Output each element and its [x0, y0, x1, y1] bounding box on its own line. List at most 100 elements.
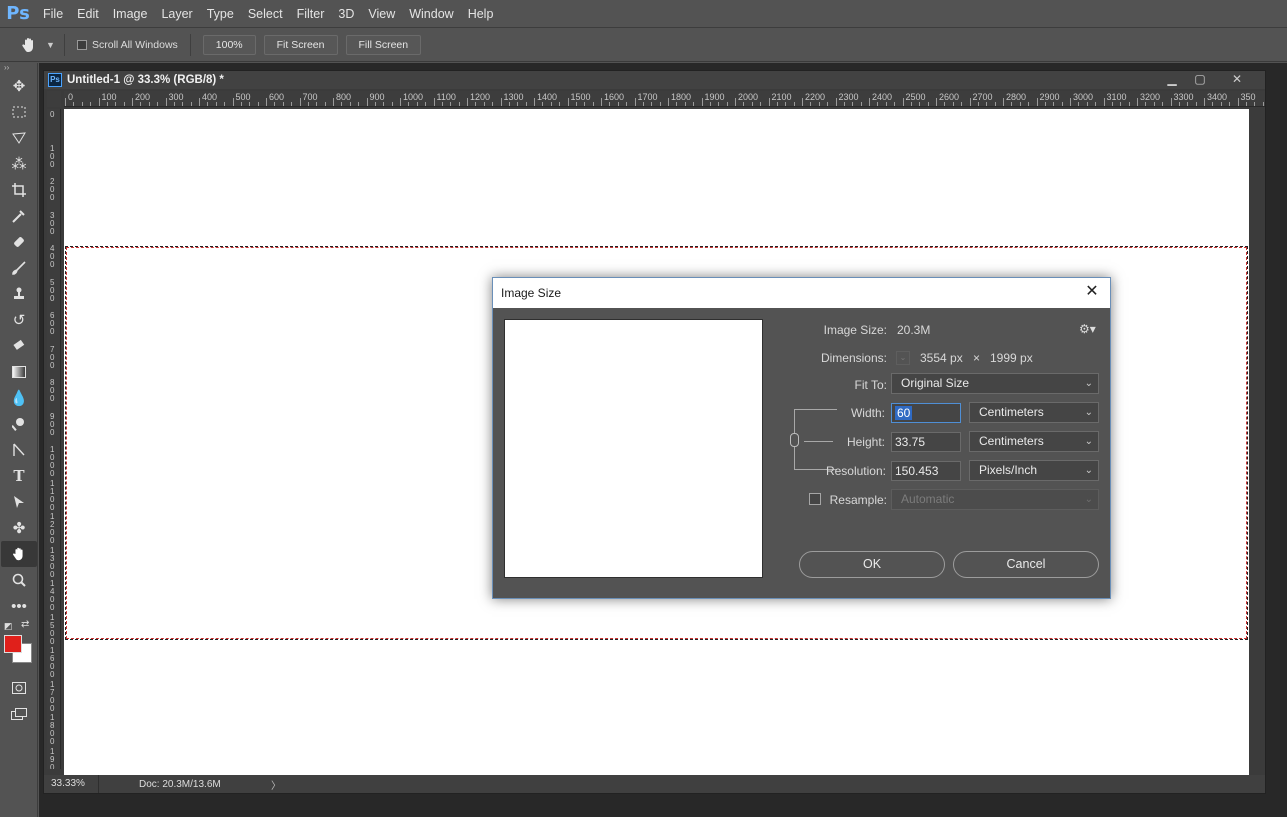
ruler-origin[interactable] — [47, 91, 61, 107]
vertical-ruler[interactable]: 0 1 0 0 2 0 0 3 0 0 4 0 0 5 0 0 6 0 0 7 0 0 8 0 … — [47, 109, 61, 769]
ruler-tick — [366, 98, 368, 106]
ruler-subtick — [952, 102, 954, 106]
ruler-label: 3 0 0 — [50, 210, 55, 236]
ruler-subtick — [408, 102, 410, 106]
screen-mode-icon[interactable] — [1, 701, 37, 727]
menu-image[interactable]: Image — [106, 0, 155, 28]
healing-brush-tool-icon[interactable] — [1, 229, 37, 255]
swap-colors-icon[interactable]: ⇄ — [21, 619, 29, 630]
ruler-subtick — [316, 102, 318, 106]
ruler-subtick — [584, 102, 586, 106]
checkbox-box[interactable] — [77, 40, 87, 50]
dialog-title-bar[interactable]: Image Size ✕ — [493, 278, 1110, 308]
chevron-right-icon[interactable]: 〉 — [271, 777, 281, 792]
pen-tool-icon[interactable] — [1, 437, 37, 463]
menu-file[interactable]: File — [36, 0, 70, 28]
move-tool-icon[interactable]: ✥ — [1, 73, 37, 99]
resolution-unit-dropdown[interactable]: Pixels/Inch ⌄ — [969, 460, 1099, 481]
clone-stamp-tool-icon[interactable] — [1, 281, 37, 307]
menu-type[interactable]: Type — [200, 0, 241, 28]
gradient-tool-icon[interactable] — [1, 359, 37, 385]
maximize-icon[interactable]: ▢ — [1187, 71, 1213, 89]
hand-tool-preset-icon[interactable] — [12, 29, 46, 62]
blur-tool-icon[interactable]: 💧 — [1, 385, 37, 411]
minimize-icon[interactable]: ▁ — [1159, 71, 1185, 89]
ruler-subtick — [751, 102, 753, 106]
close-icon[interactable]: ✕ — [1082, 282, 1102, 302]
ruler-subtick — [215, 102, 217, 106]
ok-button[interactable]: OK — [799, 551, 945, 578]
ruler-label: 4 0 0 — [50, 244, 55, 269]
fit-to-dropdown[interactable]: Original Size ⌄ — [891, 373, 1099, 394]
chevron-down-icon: ⌄ — [1084, 378, 1093, 389]
menu-filter[interactable]: Filter — [290, 0, 332, 28]
more-tools-icon[interactable]: ••• — [1, 593, 37, 619]
crop-tool-icon[interactable] — [1, 177, 37, 203]
chevron-down-icon[interactable]: ▼ — [46, 40, 58, 50]
ruler-subtick — [910, 102, 912, 106]
ruler-tick — [1237, 98, 1239, 106]
ruler-label: 2800 — [1006, 92, 1027, 102]
height-unit-dropdown[interactable]: Centimeters ⌄ — [969, 431, 1099, 452]
cancel-button[interactable]: Cancel — [953, 551, 1099, 578]
expand-panel-icon[interactable]: ›› — [0, 63, 37, 73]
ruler-subtick — [1162, 102, 1164, 106]
width-unit-dropdown[interactable]: Centimeters ⌄ — [969, 402, 1099, 423]
eraser-tool-icon[interactable] — [1, 333, 37, 359]
lasso-tool-icon[interactable] — [1, 125, 37, 151]
hand-tool-icon[interactable] — [1, 541, 37, 567]
document-tab[interactable]: Ps Untitled-1 @ 33.3% (RGB/8) * ▁ ▢ ✕ — [44, 71, 1265, 89]
ruler-subtick — [358, 102, 360, 106]
brush-tool-icon[interactable] — [1, 255, 37, 281]
options-bar: ▼ Scroll All Windows 100% Fit Screen Fil… — [0, 29, 1287, 62]
divider — [64, 34, 65, 56]
path-selection-tool-icon[interactable] — [1, 489, 37, 515]
ruler-subtick — [282, 102, 284, 106]
image-preview[interactable] — [504, 319, 763, 578]
menu-edit[interactable]: Edit — [70, 0, 106, 28]
quick-mask-icon[interactable] — [1, 675, 37, 701]
custom-shape-tool-icon[interactable]: ✤ — [1, 515, 37, 541]
resolution-input[interactable]: 150.453 — [891, 461, 961, 481]
zoom-level-field[interactable]: 33.33% — [44, 775, 99, 793]
marquee-tool-icon[interactable] — [1, 99, 37, 125]
close-document-icon[interactable]: ✕ — [1224, 71, 1250, 89]
ruler-subtick — [709, 102, 711, 106]
menu-select[interactable]: Select — [241, 0, 290, 28]
default-colors-icon[interactable]: ◩ — [4, 621, 13, 632]
horizontal-ruler[interactable]: 0 100 200 300 400 500 600 700 800 900 1000 1100 1200… — [64, 91, 1265, 107]
dodge-tool-icon[interactable] — [1, 411, 37, 437]
eyedropper-tool-icon[interactable] — [1, 203, 37, 229]
ruler-subtick — [626, 102, 628, 106]
type-tool-icon[interactable]: T — [1, 463, 37, 489]
menu-window[interactable]: Window — [402, 0, 460, 28]
dimensions-unit-dropdown[interactable]: ⌄ — [896, 351, 910, 365]
zoom-tool-icon[interactable] — [1, 567, 37, 593]
ruler-label: 1 7 0 0 — [50, 679, 55, 713]
gear-icon[interactable]: ⚙▾ — [1079, 322, 1096, 336]
fill-screen-button[interactable]: Fill Screen — [345, 35, 422, 55]
menu-layer[interactable]: Layer — [154, 0, 199, 28]
resample-dropdown[interactable]: Automatic ⌄ — [891, 489, 1099, 510]
document-title: Untitled-1 @ 33.3% (RGB/8) * — [67, 74, 224, 86]
ruler-label: 2000 — [738, 92, 759, 102]
ruler-label: 1 1 0 0 — [50, 478, 55, 512]
menu-view[interactable]: View — [361, 0, 402, 28]
menu-3d[interactable]: 3D — [331, 0, 361, 28]
dimensions-label: Dimensions: — [820, 351, 887, 365]
zoom-100-button[interactable]: 100% — [202, 35, 256, 55]
width-input[interactable]: 60 — [891, 403, 961, 423]
ruler-subtick — [1220, 102, 1222, 106]
ruler-label: 350 — [1240, 92, 1256, 102]
foreground-color-swatch[interactable] — [4, 635, 22, 653]
height-input[interactable]: 33.75 — [891, 432, 961, 452]
ruler-subtick — [542, 102, 544, 106]
image-size-value: 20.3M — [897, 323, 931, 337]
history-brush-tool-icon[interactable]: ↺ — [1, 307, 37, 333]
ruler-label: 600 — [269, 92, 285, 102]
fit-screen-button[interactable]: Fit Screen — [263, 35, 338, 55]
magic-wand-tool-icon[interactable]: ⁂ — [1, 151, 37, 177]
scroll-all-windows-checkbox[interactable]: Scroll All Windows — [77, 39, 178, 51]
menu-help[interactable]: Help — [461, 0, 501, 28]
ruler-tick — [1103, 98, 1105, 106]
